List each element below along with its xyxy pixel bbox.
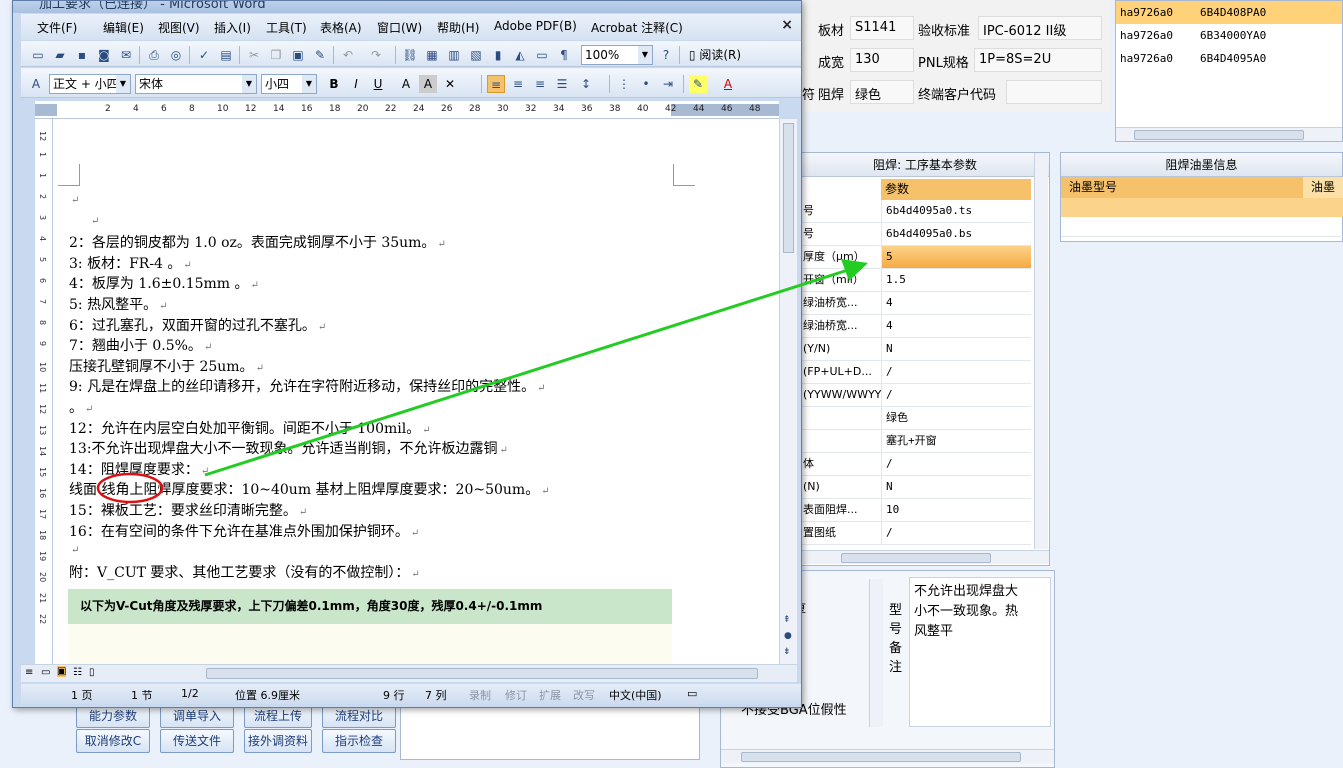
annotation-circle — [96, 472, 164, 504]
annotation-overlay — [96, 259, 868, 504]
annotation-arrowhead — [841, 259, 868, 281]
annotation-arrow — [204, 268, 849, 477]
